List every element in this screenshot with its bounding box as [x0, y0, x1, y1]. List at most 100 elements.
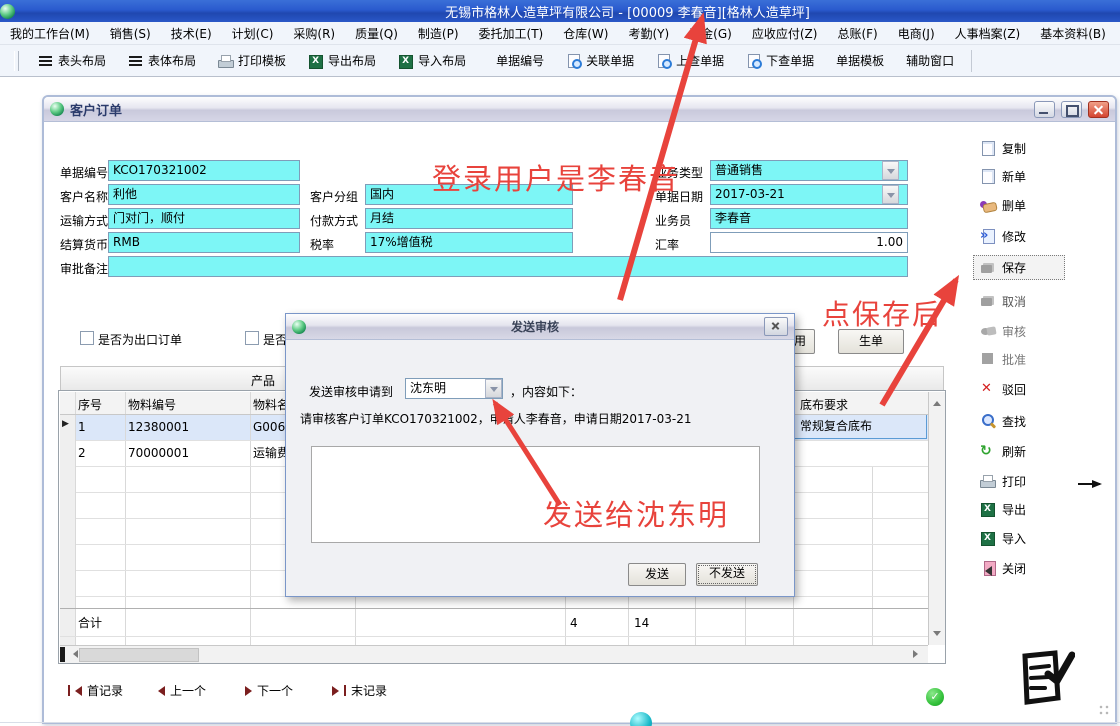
- toolbar-button[interactable]: 单据编号: [485, 52, 555, 69]
- transport-field[interactable]: 门对门，顺付: [108, 208, 300, 229]
- close-button[interactable]: [1088, 101, 1109, 118]
- menu-item[interactable]: 资金(G): [679, 25, 742, 42]
- scrollbar-thumb[interactable]: [79, 648, 199, 662]
- no-send-button[interactable]: 不发送: [696, 563, 758, 586]
- maximize-button[interactable]: [1061, 101, 1082, 118]
- cell-code[interactable]: 70000001: [128, 441, 246, 465]
- dialog-icon: [292, 320, 306, 334]
- doc-date-field[interactable]: 2017-03-21: [710, 184, 908, 205]
- menu-item[interactable]: 基本资料(B): [1030, 25, 1116, 42]
- close-window-button[interactable]: 关闭: [980, 557, 1076, 579]
- menu-item[interactable]: 制造(P): [408, 25, 469, 42]
- menu-item[interactable]: 电商(J): [888, 25, 945, 42]
- field-label: 付款方式: [310, 212, 358, 229]
- menu-item[interactable]: 考勤(Y): [618, 25, 679, 42]
- send-button[interactable]: 发送: [628, 563, 686, 586]
- column-header[interactable]: 底布要求: [800, 396, 848, 413]
- print-button[interactable]: 打印: [980, 470, 1076, 492]
- chevron-down-icon[interactable]: [485, 379, 502, 398]
- modify-button[interactable]: 修改: [980, 225, 1076, 247]
- toolbar-button[interactable]: 下查单据: [735, 52, 825, 69]
- scroll-left-icon[interactable]: [69, 650, 78, 658]
- current-row-marker: ▶: [62, 419, 69, 429]
- menu-item[interactable]: 质量(Q): [345, 25, 408, 42]
- chevron-down-icon[interactable]: [882, 185, 899, 204]
- annotation-after-save: 点保存后: [822, 293, 942, 333]
- cell-seq[interactable]: 1: [78, 415, 122, 439]
- rate-field[interactable]: 1.00: [710, 232, 908, 253]
- new-button[interactable]: 新单: [980, 165, 1076, 187]
- menu-item[interactable]: 仓库(W): [553, 25, 618, 42]
- toolbar-button[interactable]: 打印模板: [207, 52, 297, 69]
- approve-note-field[interactable]: [108, 256, 908, 277]
- modify-icon: [980, 228, 996, 244]
- scroll-up-icon[interactable]: [933, 397, 941, 406]
- dialog-titlebar[interactable]: 发送审核: [286, 314, 794, 340]
- toolbar-button[interactable]: 导出布局: [297, 52, 387, 69]
- currency-field[interactable]: RMB: [108, 232, 300, 253]
- vertical-scrollbar[interactable]: [928, 392, 945, 645]
- scroll-right-icon[interactable]: [913, 650, 922, 658]
- cell-code[interactable]: 12380001: [128, 415, 246, 439]
- prev-record-icon: [158, 686, 165, 696]
- resize-grip[interactable]: [1098, 704, 1110, 716]
- export-button[interactable]: 导出: [980, 498, 1076, 520]
- reject-button[interactable]: 驳回: [980, 378, 1076, 400]
- menu-item[interactable]: 销售(S): [100, 25, 161, 42]
- minimize-button[interactable]: [1034, 101, 1055, 118]
- dialog-close-icon[interactable]: [764, 317, 788, 336]
- nav-next-button[interactable]: 下一个: [245, 682, 293, 699]
- order-window-titlebar[interactable]: 客户订单: [44, 97, 1115, 122]
- last-record-icon: [332, 686, 339, 696]
- toolbar-button[interactable]: 表体布局: [117, 52, 207, 69]
- save-button[interactable]: 保存: [973, 255, 1065, 280]
- salesman-field[interactable]: 李春音: [710, 208, 908, 229]
- new-doc-icon: [980, 168, 996, 184]
- export-order-checkbox[interactable]: [80, 331, 94, 345]
- field-label: 客户分组: [310, 188, 358, 205]
- toolbar-button[interactable]: 关联单据: [555, 52, 645, 69]
- checkbox[interactable]: [245, 331, 259, 345]
- menu-item[interactable]: 委托加工(T): [469, 25, 554, 42]
- cell-backing[interactable]: 常规复合底布: [794, 414, 927, 439]
- refresh-button[interactable]: 刷新: [980, 440, 1076, 462]
- toolbar-button[interactable]: 单据模板: [825, 52, 895, 69]
- menu-item[interactable]: 总账(F): [827, 25, 887, 42]
- menu-item[interactable]: 采购(R): [283, 25, 345, 42]
- tax-field[interactable]: 17%增值税: [365, 232, 573, 253]
- menu-item[interactable]: 技术(E): [161, 25, 222, 42]
- nav-last-button[interactable]: 末记录: [332, 682, 387, 699]
- copy-button[interactable]: 复制: [980, 137, 1076, 159]
- checkbox-label: 是否: [263, 331, 287, 348]
- import-button[interactable]: 导入: [980, 527, 1076, 549]
- audit-message: 请审核客户订单KCO170321002，申请人李春音，申请日期2017-03-2…: [300, 410, 692, 427]
- menu-item[interactable]: 人事档案(Z): [945, 25, 1031, 42]
- find-button[interactable]: 查找: [980, 410, 1076, 432]
- column-header[interactable]: 物料编号: [128, 396, 176, 413]
- menu-item[interactable]: 系统管理(X): [1116, 25, 1120, 42]
- menu-item[interactable]: 我的工作台(M): [0, 25, 100, 42]
- delete-button[interactable]: 删单: [980, 194, 1076, 216]
- toolbar-button[interactable]: 辅助窗口: [895, 52, 965, 69]
- chevron-down-icon[interactable]: [882, 161, 899, 180]
- toolbar-button[interactable]: 导入布局: [387, 52, 477, 69]
- nav-prev-button[interactable]: 上一个: [158, 682, 206, 699]
- send-to-label: 发送审核申请到: [309, 383, 393, 400]
- biz-type-field[interactable]: 普通销售: [710, 160, 908, 181]
- send-audit-dialog: 发送审核 发送审核申请到 沈东明 ，内容如下： 请审核客户订单KCO170321…: [285, 313, 795, 597]
- toolbar-button[interactable]: 上查单据: [645, 52, 735, 69]
- menu-item[interactable]: 应收应付(Z): [742, 25, 828, 42]
- nav-first-button[interactable]: 首记录: [68, 682, 123, 699]
- horizontal-scrollbar[interactable]: [60, 645, 928, 663]
- total-label: 合计: [78, 611, 138, 635]
- column-header[interactable]: 序号: [78, 396, 102, 413]
- signature-doc-icon: [1015, 648, 1075, 710]
- customer-field[interactable]: 利他: [108, 184, 300, 205]
- cell-seq[interactable]: 2: [78, 441, 122, 465]
- doc-no-field[interactable]: KCO170321002: [108, 160, 300, 181]
- menu-item[interactable]: 计划(C): [222, 25, 284, 42]
- scroll-down-icon[interactable]: [933, 631, 941, 640]
- payment-field[interactable]: 月结: [365, 208, 573, 229]
- app-title: 无锡市格林人造草坪有限公司 - [00009 李春音][格林人造草坪]: [15, 2, 1120, 21]
- toolbar-button[interactable]: 表头布局: [27, 52, 117, 69]
